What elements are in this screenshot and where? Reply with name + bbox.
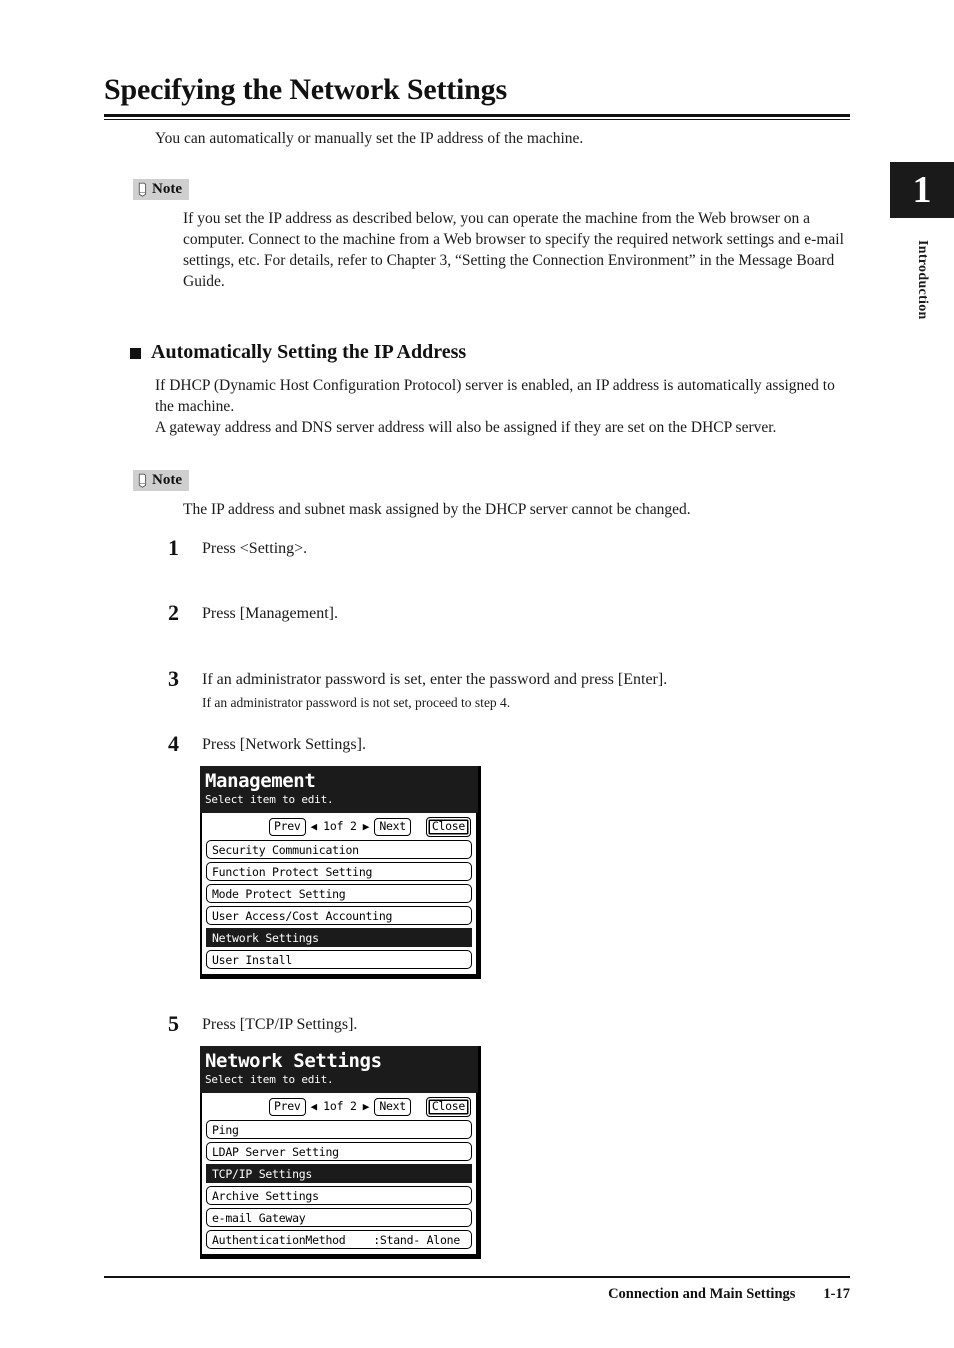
title-rule-thick	[104, 114, 850, 117]
page-indicator: 1of 2	[323, 819, 357, 833]
section-heading: Automatically Setting the IP Address	[130, 340, 466, 364]
step-5-number: 5	[168, 1011, 179, 1036]
lcd-screenshot-management: Management Select item to edit. Prev ◀ 1…	[200, 766, 481, 979]
footer-page-number: 1-17	[823, 1285, 850, 1302]
lcd-menu-item-ldap-server-setting[interactable]: LDAP Server Setting	[206, 1142, 472, 1161]
prev-button[interactable]: Prev	[269, 817, 306, 836]
note-label-1: Note	[152, 181, 182, 197]
section-heading-text: Automatically Setting the IP Address	[151, 341, 467, 363]
lcd-menu-item-security-communication[interactable]: Security Communication	[206, 840, 472, 859]
note-pencil-icon	[137, 473, 148, 488]
step-3: 3 If an administrator password is set, e…	[168, 666, 858, 712]
lcd-subtitle-network: Select item to edit.	[205, 1073, 334, 1086]
lcd-menu-item-archive-settings[interactable]: Archive Settings	[206, 1186, 472, 1205]
next-arrow-icon[interactable]: ▶	[363, 821, 370, 832]
step-5: 5 Press [TCP/IP Settings].	[168, 1011, 858, 1036]
lcd-menu-item-label: LDAP Server Setting	[212, 1144, 339, 1159]
lcd-header-network: Network Settings Select item to edit.	[200, 1046, 478, 1093]
lcd-menu-item-label: AuthenticationMethod	[212, 1232, 346, 1247]
lcd-body-management: Prev ◀ 1of 2 ▶ Next Close Security Commu…	[200, 813, 478, 976]
section-paragraph-1: If DHCP (Dynamic Host Configuration Prot…	[155, 377, 835, 415]
page-title: Specifying the Network Settings	[104, 73, 507, 106]
note-badge-2: Note	[133, 470, 189, 491]
step-2-text: Press [Management].	[202, 605, 338, 622]
step-2-number: 2	[168, 600, 179, 625]
lcd-menu-item-label: e-mail Gateway	[212, 1210, 306, 1225]
square-bullet-icon	[130, 347, 141, 359]
lcd-title-management: Management	[205, 770, 316, 792]
title-rule-thin	[104, 119, 850, 120]
lcd-menu-item-label: Mode Protect Setting	[212, 886, 346, 901]
step-5-text: Press [TCP/IP Settings].	[202, 1016, 358, 1033]
lcd-menu-item-label: Network Settings	[212, 930, 319, 945]
lcd-menu-item-function-protect-setting[interactable]: Function Protect Setting	[206, 862, 472, 881]
lcd-menu-item-label: User Access/Cost Accounting	[212, 908, 393, 923]
next-arrow-icon[interactable]: ▶	[363, 1101, 370, 1112]
note-text-2: The IP address and subnet mask assigned …	[183, 501, 691, 518]
lcd-menu-item-tcpip-settings[interactable]: TCP/IP Settings	[206, 1164, 472, 1183]
step-1: 1 Press <Setting>.	[168, 535, 858, 560]
prev-arrow-icon[interactable]: ◀	[311, 1101, 318, 1112]
page-footer: Connection and Main Settings 1-17	[104, 1276, 850, 1303]
step-3-text: If an administrator password is set, ent…	[202, 671, 668, 688]
lcd-nav-network: Prev ◀ 1of 2 ▶ Next Close	[206, 1096, 472, 1117]
lcd-menu-item-label: Security Communication	[212, 842, 359, 857]
lcd-subtitle-management: Select item to edit.	[205, 793, 334, 806]
close-button[interactable]: Close	[425, 1096, 471, 1117]
prev-button[interactable]: Prev	[269, 1097, 306, 1116]
lcd-menu-item-label: User Install	[212, 952, 293, 967]
chapter-label: Introduction	[915, 240, 930, 320]
lcd-menu-item-label: Ping	[212, 1122, 239, 1137]
lcd-menu-item-network-settings[interactable]: Network Settings	[206, 928, 472, 947]
intro-paragraph: You can automatically or manually set th…	[155, 130, 584, 147]
document-page: 1 Introduction Specifying the Network Se…	[0, 0, 954, 1348]
lcd-menu-item-email-gateway[interactable]: e-mail Gateway	[206, 1208, 472, 1227]
footer-rule	[104, 1276, 850, 1278]
lcd-menu-item-label: TCP/IP Settings	[212, 1166, 313, 1181]
page-indicator: 1of 2	[323, 1099, 357, 1113]
close-button[interactable]: Close	[425, 816, 471, 837]
lcd-menu-item-value: :Stand- Alone	[373, 1232, 460, 1247]
prev-arrow-icon[interactable]: ◀	[311, 821, 318, 832]
lcd-title-network: Network Settings	[205, 1050, 382, 1072]
lcd-menu-item-user-access-cost-accounting[interactable]: User Access/Cost Accounting	[206, 906, 472, 925]
note-label-2: Note	[152, 472, 182, 488]
lcd-body-network: Prev ◀ 1of 2 ▶ Next Close Ping LDAP Serv…	[200, 1093, 478, 1256]
footer-chapter-title: Connection and Main Settings	[608, 1285, 796, 1302]
step-4-number: 4	[168, 731, 179, 756]
step-4: 4 Press [Network Settings].	[168, 731, 858, 756]
next-button[interactable]: Next	[374, 1097, 411, 1116]
chapter-tab: 1 Introduction	[890, 162, 954, 325]
note-badge-1: Note	[133, 179, 189, 200]
lcd-menu-item-authentication-method[interactable]: AuthenticationMethod :Stand- Alone	[206, 1230, 472, 1249]
lcd-header-management: Management Select item to edit.	[200, 766, 478, 813]
lcd-menu-item-user-install[interactable]: User Install	[206, 950, 472, 969]
step-3-subtext: If an administrator password is not set,…	[202, 695, 511, 710]
lcd-menu-item-ping[interactable]: Ping	[206, 1120, 472, 1139]
lcd-menu-item-label: Archive Settings	[212, 1188, 319, 1203]
next-button[interactable]: Next	[374, 817, 411, 836]
note-pencil-icon	[137, 182, 148, 197]
step-3-number: 3	[168, 666, 179, 691]
chapter-number: 1	[890, 162, 954, 218]
section-paragraph-2: A gateway address and DNS server address…	[155, 419, 777, 436]
step-4-text: Press [Network Settings].	[202, 736, 366, 753]
lcd-screenshot-network-settings: Network Settings Select item to edit. Pr…	[200, 1046, 481, 1259]
step-1-number: 1	[168, 535, 179, 560]
lcd-menu-item-label: Function Protect Setting	[212, 864, 373, 879]
lcd-nav-management: Prev ◀ 1of 2 ▶ Next Close	[206, 816, 472, 837]
note-text-1: If you set the IP address as described b…	[183, 210, 844, 290]
title-block: Specifying the Network Settings	[104, 72, 850, 120]
lcd-menu-item-mode-protect-setting[interactable]: Mode Protect Setting	[206, 884, 472, 903]
step-2: 2 Press [Management].	[168, 600, 858, 625]
step-1-text: Press <Setting>.	[202, 540, 308, 557]
